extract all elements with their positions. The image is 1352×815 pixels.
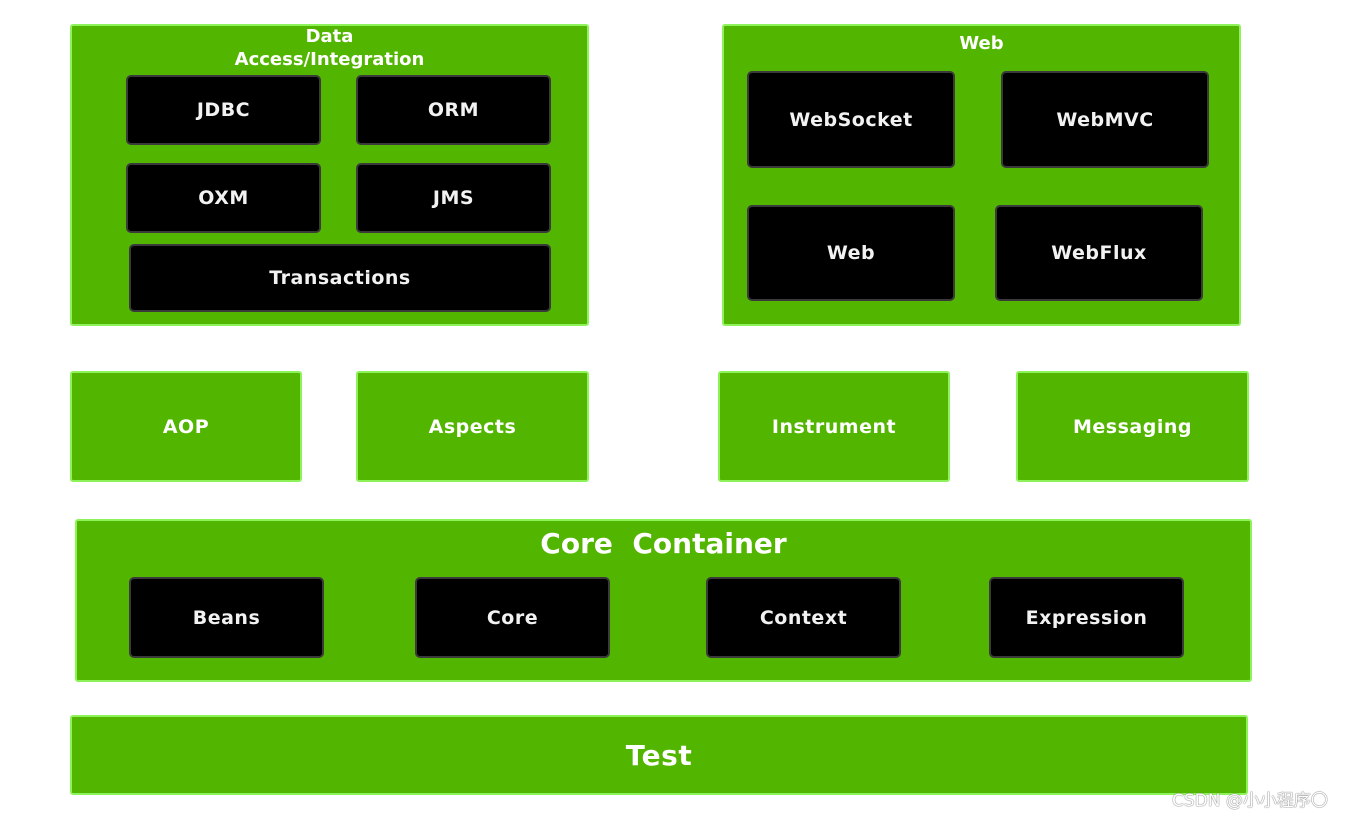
component-expression: Expression — [989, 577, 1184, 658]
module-aspects: Aspects — [356, 371, 589, 482]
component-jms: JMS — [356, 163, 551, 233]
component-webflux: WebFlux — [995, 205, 1203, 301]
module-instrument: Instrument — [718, 371, 950, 482]
component-core: Core — [415, 577, 610, 658]
component-orm: ORM — [356, 75, 551, 145]
web-title: Web — [959, 33, 1004, 54]
component-webmvc: WebMVC — [1001, 71, 1209, 168]
module-messaging: Messaging — [1016, 371, 1249, 482]
component-transactions: Transactions — [129, 244, 551, 312]
data-access-title-line2: Access/Integration — [234, 49, 425, 70]
test-module: Test — [70, 715, 1248, 795]
component-context: Context — [706, 577, 901, 658]
component-beans: Beans — [129, 577, 324, 658]
core-container-title: Core Container — [540, 527, 787, 560]
module-aop: AOP — [70, 371, 302, 482]
data-access-title-line1: Data — [305, 26, 354, 47]
component-websocket: WebSocket — [747, 71, 955, 168]
component-oxm: OXM — [126, 163, 321, 233]
component-web: Web — [747, 205, 955, 301]
watermark: CSDN @小小程序〇 — [1172, 791, 1328, 811]
component-jdbc: JDBC — [126, 75, 321, 145]
